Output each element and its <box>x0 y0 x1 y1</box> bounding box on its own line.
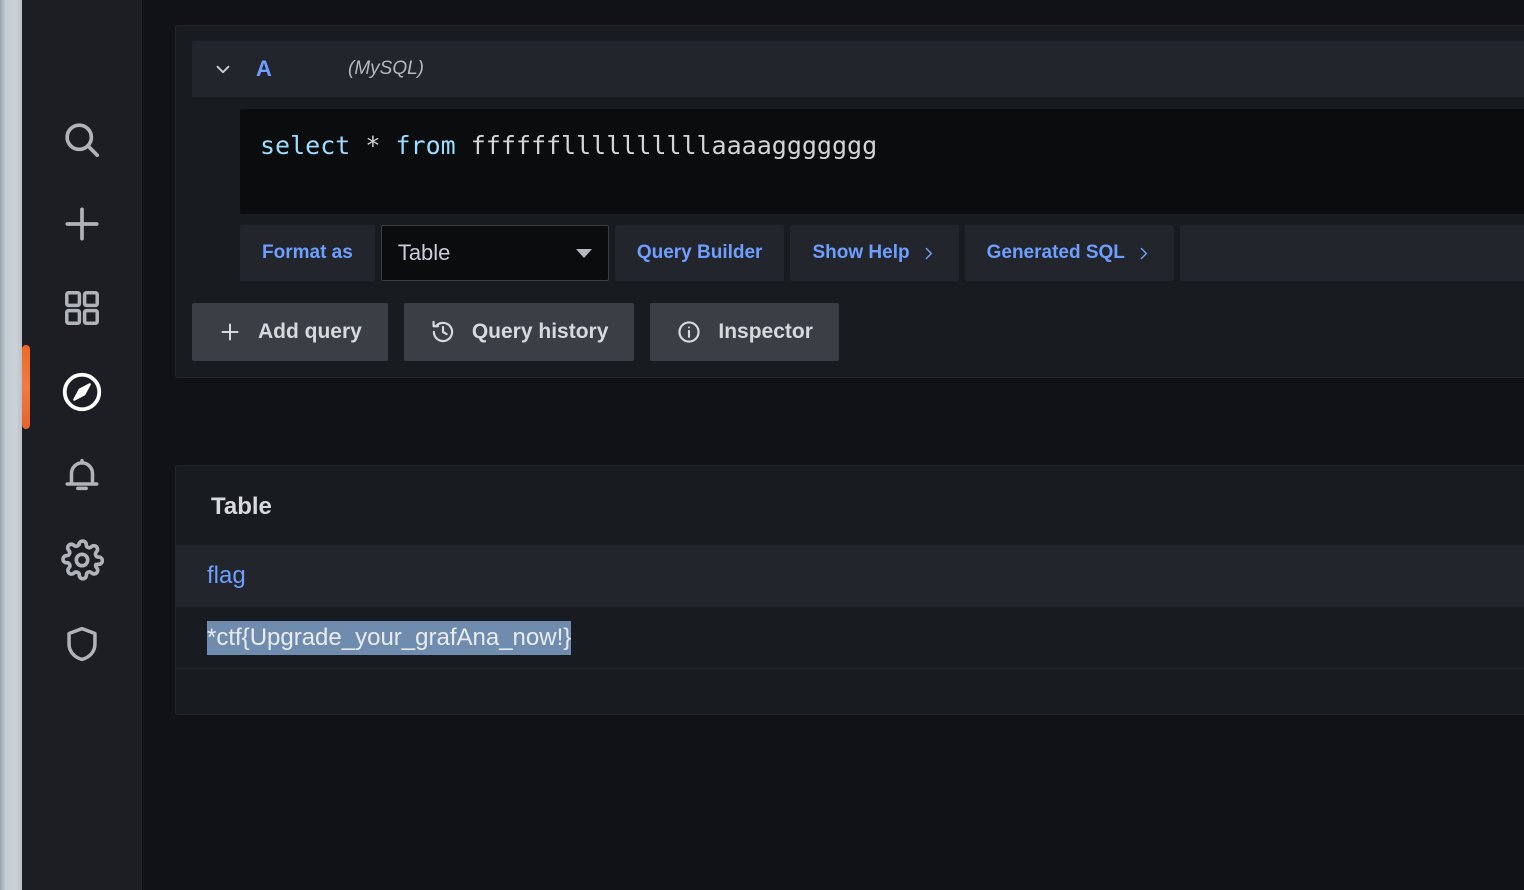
editor-toolbar: Format as Table Query Builder Show Help … <box>240 225 1524 281</box>
generated-sql-button[interactable]: Generated SQL <box>965 225 1174 281</box>
nav-sidebar <box>22 0 142 890</box>
format-select-value: Table <box>398 240 451 266</box>
sidebar-item-search[interactable] <box>47 98 117 182</box>
sql-code-editor[interactable]: select * from ffffffllllllllllaaaagggggg… <box>240 109 1524 214</box>
gear-icon <box>60 538 104 582</box>
grafana-explore-app: A (MySQL) select * from ffffffllllllllll… <box>0 0 1524 890</box>
table-row[interactable]: *ctf{Upgrade_your_grafAna_now!} <box>176 607 1524 669</box>
sql-keyword-select: select <box>260 131 350 160</box>
sidebar-item-alerting[interactable] <box>47 434 117 518</box>
query-history-button[interactable]: Query history <box>404 303 635 361</box>
chevron-right-icon <box>920 245 937 262</box>
query-history-label: Query history <box>472 320 609 344</box>
info-circle-icon <box>676 319 702 345</box>
result-panel-title: Table <box>176 466 1524 521</box>
chevron-down-icon[interactable] <box>208 54 238 84</box>
search-icon <box>60 118 104 162</box>
plus-icon <box>60 202 104 246</box>
show-help-label: Show Help <box>812 242 909 264</box>
result-table-panel: Table flag *ctf{Upgrade_your_grafAna_now… <box>175 465 1524 715</box>
sql-star: * <box>350 131 395 160</box>
sql-table-name: ffffffllllllllllaaaaggggggg <box>456 131 877 160</box>
add-query-label: Add query <box>258 320 362 344</box>
result-table: flag *ctf{Upgrade_your_grafAna_now!} <box>176 545 1524 669</box>
bell-icon <box>61 455 103 497</box>
sql-keyword-from: from <box>395 131 455 160</box>
query-actions-row: Add query Query history Inspector <box>192 303 1524 361</box>
shield-icon <box>61 623 103 665</box>
toolbar-empty-area <box>1180 225 1524 281</box>
compass-icon <box>59 369 105 415</box>
format-as-button[interactable]: Format as <box>240 225 375 281</box>
inspector-button[interactable]: Inspector <box>650 303 839 361</box>
sidebar-item-dashboards[interactable] <box>47 266 117 350</box>
add-query-button[interactable]: Add query <box>192 303 388 361</box>
format-select[interactable]: Table <box>381 225 609 281</box>
query-editor-panel: A (MySQL) select * from ffffffllllllllll… <box>175 25 1524 378</box>
show-help-button[interactable]: Show Help <box>790 225 958 281</box>
page-scrollbar[interactable] <box>0 0 22 890</box>
query-builder-label: Query Builder <box>637 242 763 264</box>
inspector-label: Inspector <box>718 320 813 344</box>
sql-code-line: select * from ffffffllllllllllaaaagggggg… <box>260 131 1524 161</box>
query-builder-button[interactable]: Query Builder <box>615 225 785 281</box>
history-icon <box>430 319 456 345</box>
selected-cell-text: *ctf{Upgrade_your_grafAna_now!} <box>207 621 571 655</box>
table-cell-flag[interactable]: *ctf{Upgrade_your_grafAna_now!} <box>207 624 571 652</box>
sidebar-item-create[interactable] <box>47 182 117 266</box>
format-as-label: Format as <box>262 242 353 264</box>
sidebar-item-configuration[interactable] <box>47 518 117 602</box>
query-ref-id: A <box>256 56 348 82</box>
dashboards-icon <box>61 287 103 329</box>
active-nav-indicator <box>22 345 30 429</box>
table-header-row: flag <box>176 545 1524 607</box>
generated-sql-label: Generated SQL <box>987 242 1125 264</box>
sidebar-item-explore[interactable] <box>47 350 117 434</box>
sidebar-item-server-admin[interactable] <box>47 602 117 686</box>
query-row-header: A (MySQL) <box>192 41 1524 97</box>
plus-icon <box>218 320 242 344</box>
chevron-right-icon <box>1135 245 1152 262</box>
main-content: A (MySQL) select * from ffffffllllllllll… <box>142 0 1524 890</box>
caret-down-icon <box>576 249 592 258</box>
query-datasource-name: (MySQL) <box>348 58 424 80</box>
table-column-header-flag[interactable]: flag <box>207 562 246 590</box>
